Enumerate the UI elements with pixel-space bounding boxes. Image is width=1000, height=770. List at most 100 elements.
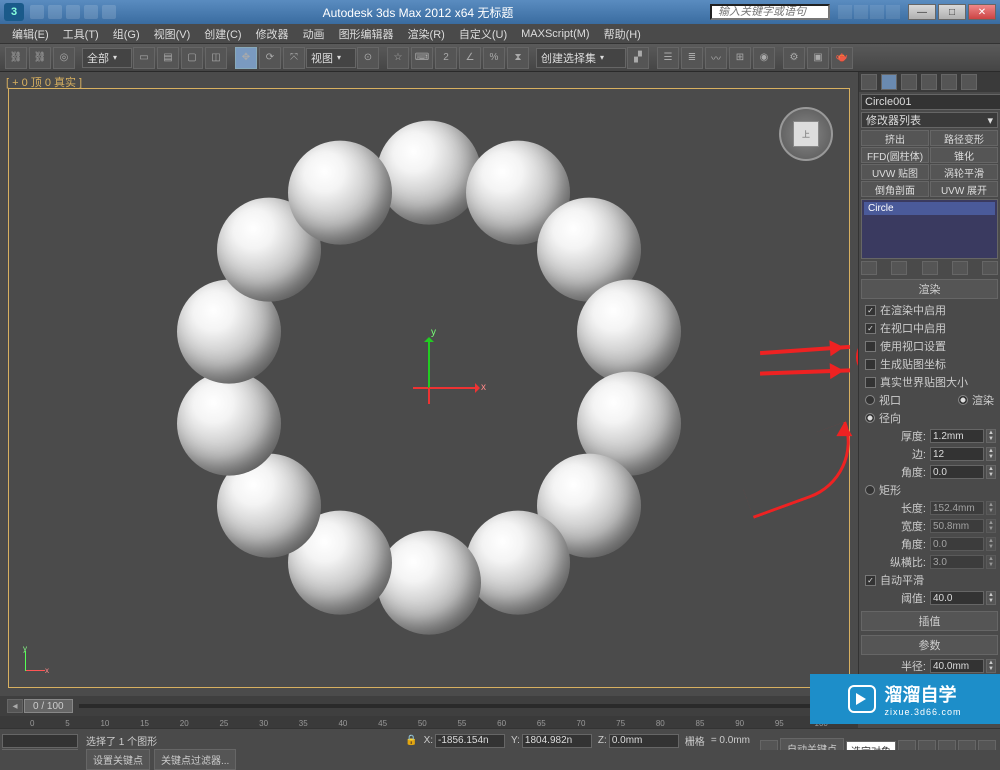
btn-taper[interactable]: 锥化 bbox=[930, 147, 998, 163]
chk-gen-uv[interactable] bbox=[865, 359, 876, 370]
object-name-input[interactable] bbox=[861, 94, 1000, 110]
radius-spinner[interactable]: ▲▼ bbox=[986, 659, 996, 673]
window-crossing-icon[interactable]: ◫ bbox=[205, 47, 227, 69]
curve-editor-icon[interactable]: 〰 bbox=[705, 47, 727, 69]
qat-save-icon[interactable] bbox=[66, 5, 80, 19]
select-region-icon[interactable]: ▢ bbox=[181, 47, 203, 69]
angle-input[interactable] bbox=[930, 465, 984, 479]
chk-use-viewport[interactable] bbox=[865, 341, 876, 352]
btn-uvwunwrap[interactable]: UVW 展开 bbox=[930, 181, 998, 197]
qat-undo-icon[interactable] bbox=[84, 5, 98, 19]
setkey-button[interactable]: 设置关键点 bbox=[86, 749, 150, 770]
btn-ffd[interactable]: FFD(圆柱体) bbox=[861, 147, 929, 163]
stack-item-circle[interactable]: Circle bbox=[864, 202, 995, 215]
script-mini-listener[interactable] bbox=[2, 734, 78, 748]
time-slider-knob[interactable]: 0 / 100 bbox=[24, 699, 73, 713]
qat-redo-icon[interactable] bbox=[102, 5, 116, 19]
time-prev-icon[interactable]: ◂ bbox=[7, 699, 23, 713]
scale-icon[interactable]: ⤧ bbox=[283, 47, 305, 69]
menu-help[interactable]: 帮助(H) bbox=[598, 24, 647, 44]
coord-y-input[interactable] bbox=[522, 734, 592, 748]
sides-spinner[interactable]: ▲▼ bbox=[986, 447, 996, 461]
btn-bevelprofile[interactable]: 倒角剖面 bbox=[861, 181, 929, 197]
select-name-icon[interactable]: ▤ bbox=[157, 47, 179, 69]
minimize-button[interactable]: — bbox=[908, 4, 936, 20]
link-icon[interactable]: ⛓ bbox=[5, 47, 27, 69]
menu-modifiers[interactable]: 修改器 bbox=[250, 24, 295, 44]
tab-display-icon[interactable] bbox=[941, 74, 957, 90]
rollout-interp-header[interactable]: 插值 bbox=[861, 611, 998, 631]
pin-stack-icon[interactable] bbox=[861, 261, 877, 275]
schematic-icon[interactable]: ⊞ bbox=[729, 47, 751, 69]
threshold-spinner[interactable]: ▲▼ bbox=[986, 591, 996, 605]
configure-icon[interactable] bbox=[982, 261, 998, 275]
menu-tools[interactable]: 工具(T) bbox=[57, 24, 105, 44]
more-icon[interactable] bbox=[886, 5, 900, 19]
ref-coord-combo[interactable]: 视图 bbox=[306, 48, 356, 68]
time-slider[interactable]: ◂ 0 / 100 ▸ bbox=[0, 696, 858, 716]
menu-view[interactable]: 视图(V) bbox=[148, 24, 197, 44]
selection-filter-combo[interactable]: 全部 bbox=[82, 48, 132, 68]
threshold-input[interactable] bbox=[930, 591, 984, 605]
manip-icon[interactable]: ☆ bbox=[387, 47, 409, 69]
help-search-input[interactable] bbox=[710, 4, 830, 20]
tab-utilities-icon[interactable] bbox=[961, 74, 977, 90]
unlink-icon[interactable]: ⛓ bbox=[29, 47, 51, 69]
radio-viewport[interactable] bbox=[865, 395, 875, 405]
named-sel-combo[interactable]: 创建选择集 bbox=[536, 48, 626, 68]
radio-rect[interactable] bbox=[865, 485, 875, 495]
rendered-frame-icon[interactable]: ▣ bbox=[807, 47, 829, 69]
btn-uvwmap[interactable]: UVW 贴图 bbox=[861, 164, 929, 180]
info-icon[interactable] bbox=[870, 5, 884, 19]
close-button[interactable]: ✕ bbox=[968, 4, 996, 20]
menu-render[interactable]: 渲染(R) bbox=[402, 24, 451, 44]
mirror-icon[interactable]: ▞ bbox=[627, 47, 649, 69]
btn-extrude[interactable]: 挤出 bbox=[861, 130, 929, 146]
layers-icon[interactable]: ≣ bbox=[681, 47, 703, 69]
star-icon[interactable] bbox=[854, 5, 868, 19]
chk-realworld[interactable] bbox=[865, 377, 876, 388]
snap-percent-icon[interactable]: % bbox=[483, 47, 505, 69]
coord-x-input[interactable] bbox=[435, 734, 505, 748]
radio-radial[interactable] bbox=[865, 413, 875, 423]
menu-maxscript[interactable]: MAXScript(M) bbox=[515, 26, 595, 42]
render-icon[interactable]: 🫖 bbox=[831, 47, 853, 69]
tab-create-icon[interactable] bbox=[861, 74, 877, 90]
menu-customize[interactable]: 自定义(U) bbox=[453, 24, 513, 44]
modifier-list-combo[interactable]: 修改器列表▾ bbox=[861, 112, 998, 128]
render-setup-icon[interactable]: ⚙ bbox=[783, 47, 805, 69]
coord-z-input[interactable] bbox=[609, 734, 679, 748]
viewcube-face[interactable]: 上 bbox=[793, 121, 819, 147]
viewport[interactable]: y x 上 x y bbox=[8, 88, 850, 688]
menu-edit[interactable]: 编辑(E) bbox=[6, 24, 55, 44]
modifier-stack[interactable]: Circle bbox=[861, 199, 998, 259]
tab-motion-icon[interactable] bbox=[921, 74, 937, 90]
snap-angle-icon[interactable]: ∠ bbox=[459, 47, 481, 69]
snap2d-icon[interactable]: 2 bbox=[435, 47, 457, 69]
align-icon[interactable]: ☰ bbox=[657, 47, 679, 69]
thickness-spinner[interactable]: ▲▼ bbox=[986, 429, 996, 443]
btn-pathdeform[interactable]: 路径变形 bbox=[930, 130, 998, 146]
pivot-icon[interactable]: ⊙ bbox=[357, 47, 379, 69]
menu-group[interactable]: 组(G) bbox=[107, 24, 146, 44]
unique-icon[interactable] bbox=[922, 261, 938, 275]
help-icon[interactable] bbox=[838, 5, 852, 19]
tab-modify-icon[interactable] bbox=[881, 74, 897, 90]
tab-hierarchy-icon[interactable] bbox=[901, 74, 917, 90]
rotate-icon[interactable]: ⟳ bbox=[259, 47, 281, 69]
chk-viewport-enable[interactable] bbox=[865, 323, 876, 334]
rollout-render-header[interactable]: 渲染 bbox=[861, 279, 998, 299]
menu-grapheditors[interactable]: 图形编辑器 bbox=[333, 24, 400, 44]
time-track[interactable] bbox=[79, 704, 828, 708]
qat-new-icon[interactable] bbox=[30, 5, 44, 19]
bind-icon[interactable]: ◎ bbox=[53, 47, 75, 69]
viewcube[interactable]: 上 bbox=[779, 107, 833, 161]
select-icon[interactable]: ▭ bbox=[133, 47, 155, 69]
radio-render[interactable] bbox=[958, 395, 968, 405]
chk-autosmooth[interactable] bbox=[865, 575, 876, 586]
menu-create[interactable]: 创建(C) bbox=[198, 24, 247, 44]
sides-input[interactable] bbox=[930, 447, 984, 461]
radius-input[interactable] bbox=[930, 659, 984, 673]
angle-spinner[interactable]: ▲▼ bbox=[986, 465, 996, 479]
move-icon[interactable]: ✥ bbox=[235, 47, 257, 69]
